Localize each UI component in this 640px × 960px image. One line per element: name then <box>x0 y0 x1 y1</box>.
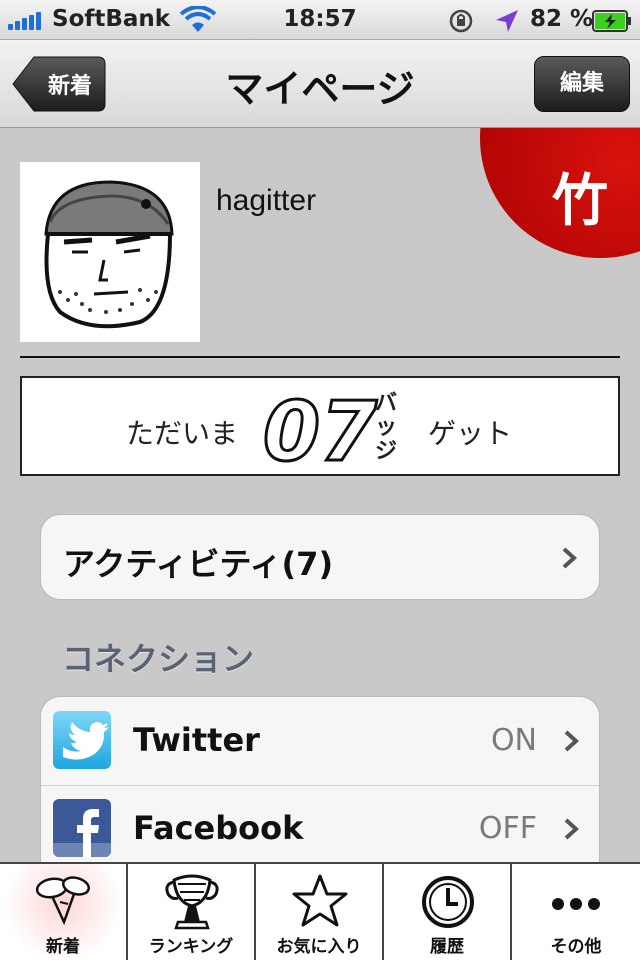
badge-prefix-text: ただいま <box>126 417 239 450</box>
trophy-icon <box>165 874 219 930</box>
avatar[interactable] <box>20 162 200 342</box>
badge-unit-char: バ <box>374 391 397 416</box>
face-sketch-icon <box>44 180 174 329</box>
chevron-right-icon <box>564 730 579 752</box>
activity-label: アクティビティ(7) <box>63 545 334 583</box>
star-icon <box>292 874 348 927</box>
tab-history-label: 履歴 <box>430 937 464 957</box>
twitter-label: Twitter <box>133 721 260 759</box>
facebook-icon <box>53 799 111 857</box>
rank-badge-label: 竹 <box>552 169 608 234</box>
chevron-right-icon <box>562 547 577 569</box>
activity-cell[interactable]: アクティビティ(7) <box>40 514 600 600</box>
section-header-connections: コネクション <box>62 640 255 678</box>
tab-more[interactable]: その他 <box>512 864 640 960</box>
connection-row-facebook[interactable]: Facebook OFF <box>41 785 599 873</box>
divider <box>20 356 620 358</box>
battery-icon <box>592 10 631 32</box>
badge-unit-vertical: バッジ <box>372 392 400 464</box>
badge-count-number: 07 <box>263 386 377 470</box>
tab-favorites[interactable]: お気に入り <box>256 864 384 960</box>
navigation-bar: 新着 マイページ 編集 <box>0 40 640 128</box>
tab-ranking-label: ランキング <box>148 937 234 957</box>
badge-suffix-text: ゲット <box>428 417 513 450</box>
twitter-status: ON <box>490 723 537 758</box>
tab-favorites-label: お気に入り <box>276 937 362 957</box>
tab-new[interactable]: 新着 <box>0 864 128 960</box>
rank-badge: 竹 <box>480 128 640 262</box>
battery-percent: 82 % <box>530 6 594 32</box>
connections-list: Twitter ON Facebook OFF <box>40 696 600 886</box>
connection-row-twitter[interactable]: Twitter ON <box>41 697 599 785</box>
username: hagitter <box>216 184 317 217</box>
badge-count-box: ただいま 07 バッジ ゲット <box>20 376 620 476</box>
location-arrow-icon <box>496 10 518 32</box>
edit-button[interactable]: 編集 <box>534 56 630 112</box>
badge-unit-char: ッ <box>374 415 397 440</box>
facebook-label: Facebook <box>133 809 304 847</box>
balloons-icon <box>35 876 90 926</box>
badge-unit-char: ジ <box>374 439 397 464</box>
tab-more-label: その他 <box>550 937 602 957</box>
more-icon <box>552 898 600 910</box>
status-bar: SoftBank 18:57 82 % <box>0 0 640 40</box>
tab-ranking[interactable]: ランキング <box>128 864 256 960</box>
badge-count: 07 <box>262 386 379 470</box>
facebook-status: OFF <box>478 811 537 846</box>
tab-new-label: 新着 <box>46 937 80 957</box>
rotation-lock-icon <box>449 9 473 33</box>
tab-bar: 新着 ランキング お気に入り 履歴 その他 <box>0 862 640 960</box>
twitter-icon <box>53 711 111 769</box>
chevron-right-icon <box>564 818 579 840</box>
tab-history[interactable]: 履歴 <box>384 864 512 960</box>
clock-icon <box>422 876 474 928</box>
